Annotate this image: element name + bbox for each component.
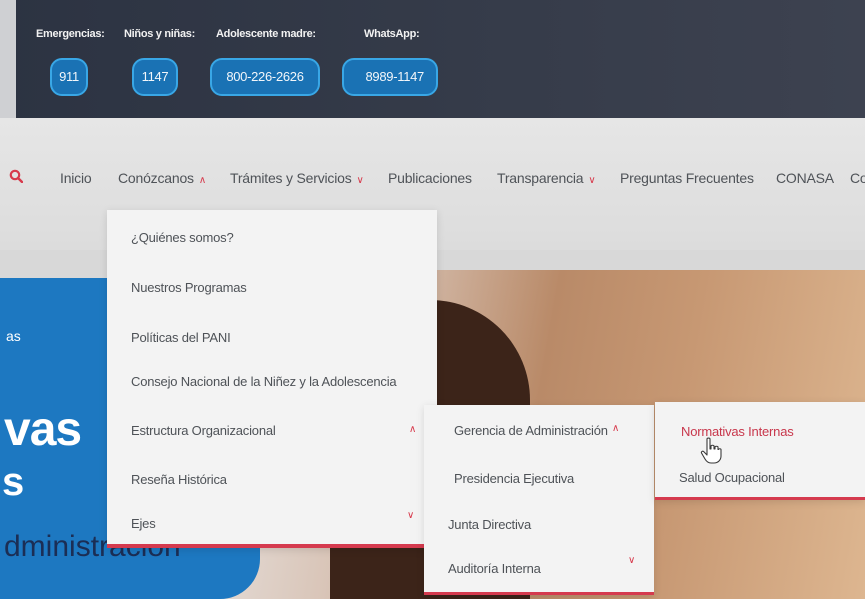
search-icon[interactable] (9, 169, 23, 183)
chevron-up-icon: ∧ (409, 424, 417, 435)
top-contact-bar: Emergencias: 911 Niños y niñas: 1147 Ado… (0, 0, 865, 118)
contact-phone-button[interactable]: 800-226-2626 (210, 58, 320, 96)
chevron-up-icon: ∧ (198, 175, 206, 186)
menu-item-auditoria[interactable]: Auditoría Interna (448, 561, 541, 576)
chevron-down-icon: ∨ (407, 510, 415, 521)
menu-item-junta-directiva[interactable]: Junta Directiva (448, 517, 531, 532)
contact-label: WhatsApp: (364, 28, 420, 40)
menu-item-quienes-somos[interactable]: ¿Quiénes somos? (131, 230, 234, 245)
hero-small-text: as (6, 328, 21, 344)
menu-item-normativas-internas[interactable]: Normativas Internas (681, 424, 794, 439)
contact-phone-button[interactable]: 1147 (132, 58, 178, 96)
nav-tramites[interactable]: Trámites y Servicios ∨ (230, 170, 364, 186)
menu-item-presidencia[interactable]: Presidencia Ejecutiva (454, 471, 574, 486)
menu-item-resena[interactable]: Reseña Histórica (131, 472, 227, 487)
contact-label: Adolescente madre: (216, 28, 316, 40)
dropdown-gerencia: Normativas Internas Salud Ocupacional (655, 402, 865, 500)
nav-contacto[interactable]: Co (850, 170, 865, 186)
contact-phone-button[interactable]: 8989-1147 (342, 58, 438, 96)
nav-label: Conózcanos (118, 170, 194, 186)
nav-publicaciones[interactable]: Publicaciones (388, 170, 472, 186)
hand-pointer-icon (700, 437, 722, 464)
menu-item-politicas[interactable]: Políticas del PANI (131, 330, 231, 345)
nav-label: Transparencia (497, 170, 584, 186)
dropdown-conozcanos: ¿Quiénes somos? Nuestros Programas Polít… (107, 210, 437, 548)
menu-item-gerencia[interactable]: Gerencia de Administración (454, 423, 608, 438)
menu-item-consejo-nacional[interactable]: Consejo Nacional de la Niñez y la Adoles… (131, 374, 397, 389)
chevron-down-icon: ∨ (628, 555, 636, 566)
menu-item-ejes[interactable]: Ejes (131, 516, 156, 531)
nav-label: Inicio (60, 170, 92, 186)
nav-label: Preguntas Frecuentes (620, 170, 754, 186)
nav-label: Co (850, 170, 865, 186)
contact-label: Emergencias: (36, 28, 105, 40)
chevron-down-icon: ∨ (356, 175, 364, 186)
nav-label: Trámites y Servicios (230, 170, 352, 186)
menu-item-estructura[interactable]: Estructura Organizacional (131, 423, 276, 438)
chevron-up-icon: ∧ (612, 423, 620, 434)
nav-preguntas[interactable]: Preguntas Frecuentes (620, 170, 754, 186)
hero-title-line2: s (2, 460, 25, 504)
nav-conasa[interactable]: CONASA (776, 170, 834, 186)
nav-label: CONASA (776, 170, 834, 186)
contact-label: Niños y niñas: (124, 28, 195, 40)
nav-transparencia[interactable]: Transparencia ∨ (497, 170, 596, 186)
hero-title: vas (4, 403, 82, 456)
menu-item-salud-ocupacional[interactable]: Salud Ocupacional (679, 470, 785, 485)
menu-item-nuestros-programas[interactable]: Nuestros Programas (131, 280, 247, 295)
nav-label: Publicaciones (388, 170, 472, 186)
nav-inicio[interactable]: Inicio (60, 170, 92, 186)
contact-phone-button[interactable]: 911 (50, 58, 88, 96)
nav-conozcanos[interactable]: Conózcanos ∧ (118, 170, 206, 186)
dropdown-estructura: Gerencia de Administración ∧ Presidencia… (424, 405, 654, 595)
chevron-down-icon: ∨ (588, 175, 596, 186)
